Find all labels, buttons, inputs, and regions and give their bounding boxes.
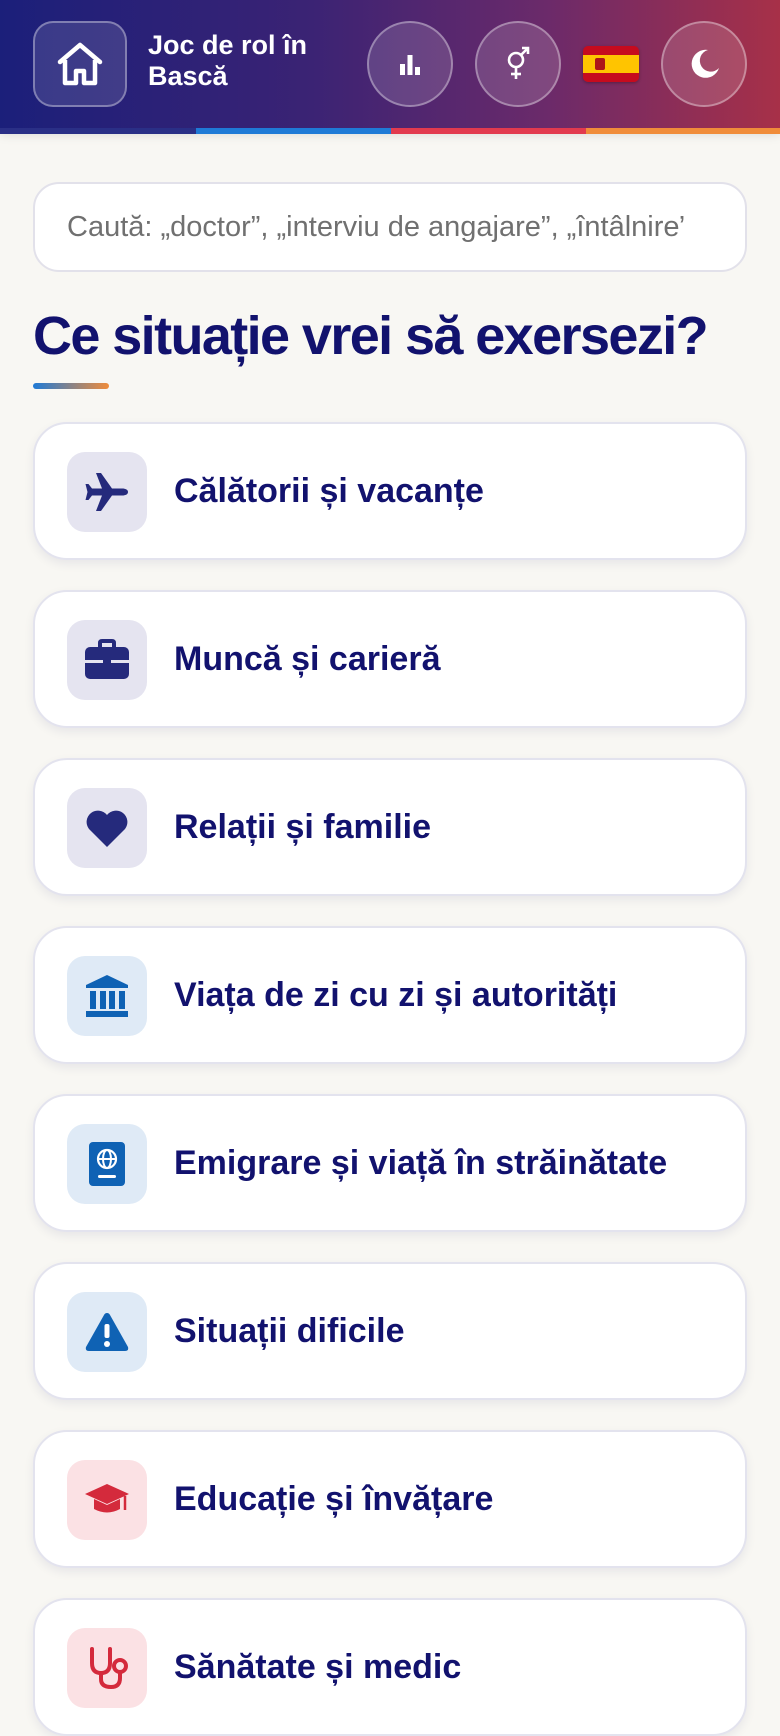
heart-icon [86,810,128,847]
moon-icon [691,49,719,78]
category-icon-wrap [67,788,147,868]
app-title: Joc de rol în Bască [148,30,308,91]
category-icon-wrap [67,1460,147,1540]
bar-chart-icon [400,55,420,75]
category-card-difficult[interactable]: Situații dificile [33,1262,747,1400]
category-label: Călătorii și vacanțe [174,472,484,510]
category-card-health[interactable]: Sănătate și medic [33,1598,747,1736]
category-label: Relații și familie [174,808,431,846]
category-label: Sănătate și medic [174,1648,462,1686]
category-card-daily-life[interactable]: Viața de zi cu zi și autorități [33,926,747,1064]
category-icon-wrap [67,1628,147,1708]
theme-toggle-button[interactable] [661,21,747,107]
category-card-work[interactable]: Muncă și carieră [33,590,747,728]
warning-icon [85,1313,129,1351]
title-underline [33,383,109,389]
search-input[interactable] [33,182,747,272]
header-stripe-1 [0,128,196,134]
category-card-travel[interactable]: Călătorii și vacanțe [33,422,747,560]
category-icon-wrap [67,1124,147,1204]
briefcase-icon [85,639,129,679]
stats-button[interactable] [367,21,453,107]
graduation-cap-icon [85,1484,129,1513]
spain-flag-icon[interactable] [583,46,639,82]
app-header: Joc de rol în Bască [0,0,780,128]
bank-icon [86,975,128,1017]
gender-button[interactable] [475,21,561,107]
passport-icon [89,1142,125,1186]
category-icon-wrap [67,620,147,700]
home-icon [57,42,103,86]
category-label: Emigrare și viață în străinătate [174,1144,668,1182]
page-title: Ce situație vrei să exersezi? [33,306,709,366]
header-stripe-2 [196,128,391,134]
category-card-relationships[interactable]: Relații și familie [33,758,747,896]
gender-icon [507,46,530,79]
category-label: Educație și învățare [174,1480,494,1518]
header-stripe-3 [391,128,586,134]
category-card-education[interactable]: Educație și învățare [33,1430,747,1568]
category-card-emigration[interactable]: Emigrare și viață în străinătate [33,1094,747,1232]
airplane-icon [85,473,128,511]
home-button[interactable] [33,21,127,107]
category-label: Situații dificile [174,1312,405,1350]
header-stripe-4 [586,128,780,134]
category-label: Muncă și carieră [174,640,441,678]
category-icon-wrap [67,1292,147,1372]
category-label: Viața de zi cu zi și autorități [174,976,618,1014]
stethoscope-icon [90,1647,128,1690]
category-icon-wrap [67,452,147,532]
category-icon-wrap [67,956,147,1036]
